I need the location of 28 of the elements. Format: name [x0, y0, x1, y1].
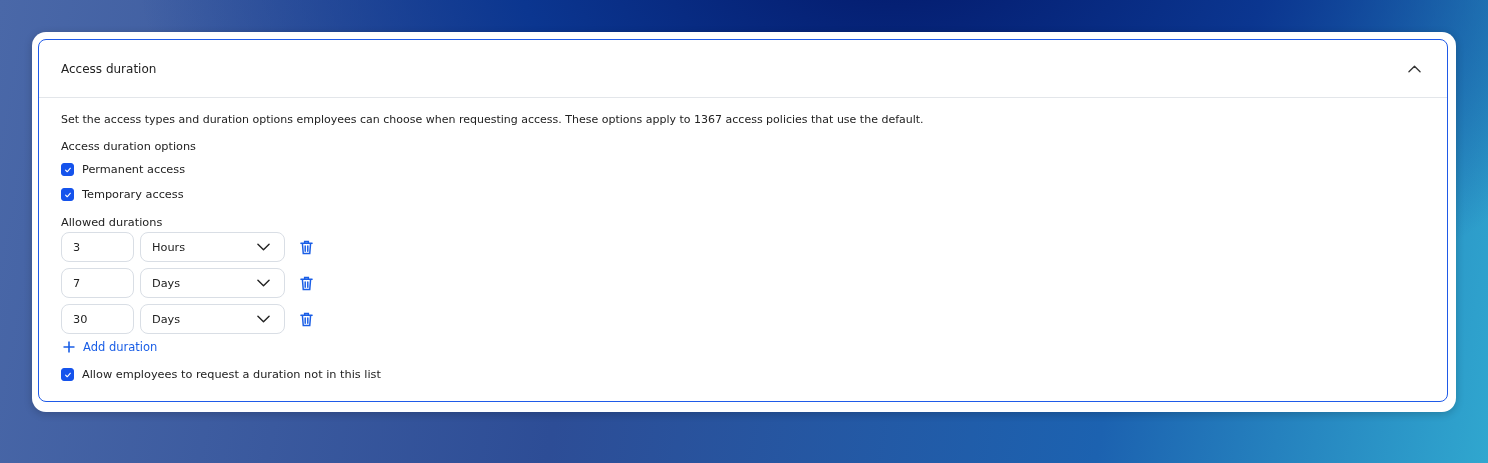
trash-icon[interactable]: [300, 311, 313, 327]
unit-dropdown[interactable]: Hours: [140, 232, 285, 262]
panel-title: Access duration: [61, 61, 157, 76]
add-duration-button[interactable]: Add duration: [63, 340, 158, 354]
checkbox-label: Permanent access: [82, 163, 186, 176]
chevron-down-icon: [257, 279, 270, 287]
section-label: Access duration options: [61, 140, 197, 153]
checkbox-label: Allow employees to request a duration not in this list: [82, 368, 381, 381]
checkbox-label: Temporary access: [82, 188, 184, 201]
check-icon: [63, 190, 72, 199]
amount-field[interactable]: 30: [61, 304, 134, 334]
section-label: Allowed durations: [61, 216, 164, 229]
description-text: Set the access types and duration options employees can choose when requesting access. These options apply to 1367 access policies that use the default.: [61, 113, 925, 126]
trash-icon[interactable]: [300, 275, 313, 291]
unit-dropdown[interactable]: Days: [140, 304, 285, 334]
checkbox[interactable]: [61, 163, 74, 176]
amount-field[interactable]: 7: [61, 268, 134, 298]
amount-field[interactable]: 3: [61, 232, 134, 262]
chevron-down-icon: [257, 243, 270, 251]
chevron-down-icon: [257, 315, 270, 323]
collapse-icon[interactable]: [1408, 64, 1421, 73]
plus-icon: [63, 341, 75, 353]
checkbox[interactable]: [61, 368, 74, 381]
check-icon: [63, 370, 72, 379]
check-icon: [63, 165, 72, 174]
unit-dropdown[interactable]: Days: [140, 268, 285, 298]
trash-icon[interactable]: [300, 239, 313, 255]
checkbox[interactable]: [61, 188, 74, 201]
